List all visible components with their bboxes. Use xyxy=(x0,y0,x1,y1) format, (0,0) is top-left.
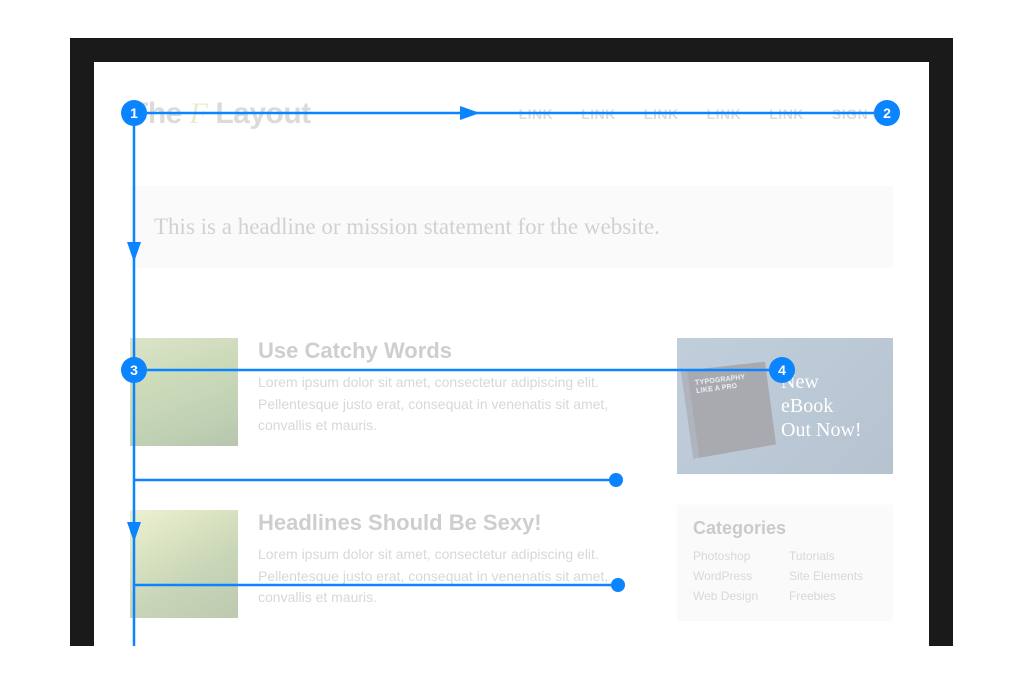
nav-cta[interactable]: SIGN UP xyxy=(832,106,893,122)
promo-line: eBook xyxy=(781,395,833,417)
promo-book-icon: TYPOGRAPHY LIKE A PRO xyxy=(681,362,776,459)
nav-link[interactable]: LINK xyxy=(707,106,742,122)
promo-line: Out Now! xyxy=(781,419,862,441)
main-columns: Use Catchy Words Lorem ipsum dolor sit a… xyxy=(130,338,893,646)
primary-nav: LINK LINK LINK LINK LINK SIGN UP xyxy=(519,106,893,122)
sidebar-column: TYPOGRAPHY LIKE A PRO New eBook Out Now!… xyxy=(677,338,893,646)
sidebar-promo[interactable]: TYPOGRAPHY LIKE A PRO New eBook Out Now! xyxy=(677,338,893,474)
post-item: Headlines Should Be Sexy! Lorem ipsum do… xyxy=(130,510,649,618)
category-link[interactable]: Web Design xyxy=(693,589,781,603)
post-body: Headlines Should Be Sexy! Lorem ipsum do… xyxy=(258,510,649,618)
promo-line: New xyxy=(781,371,819,393)
screenshot-frame: The F Layout LINK LINK LINK LINK LINK SI… xyxy=(70,38,953,646)
categories-list: Photoshop Tutorials WordPress Site Eleme… xyxy=(693,549,877,603)
logo-accent: F xyxy=(190,97,208,130)
post-item: Use Catchy Words Lorem ipsum dolor sit a… xyxy=(130,338,649,446)
category-link[interactable]: Freebies xyxy=(789,589,877,603)
nav-link[interactable]: LINK xyxy=(769,106,804,122)
post-body: Use Catchy Words Lorem ipsum dolor sit a… xyxy=(258,338,649,446)
post-thumbnail xyxy=(130,338,238,446)
nav-link[interactable]: LINK xyxy=(581,106,616,122)
logo-suffix: Layout xyxy=(208,97,311,130)
categories-title: Categories xyxy=(693,518,877,539)
hero-headline: This is a headline or mission statement … xyxy=(154,214,869,240)
nav-link[interactable]: LINK xyxy=(644,106,679,122)
site-header: The F Layout LINK LINK LINK LINK LINK SI… xyxy=(130,90,893,138)
category-link[interactable]: Site Elements xyxy=(789,569,877,583)
content-column: Use Catchy Words Lorem ipsum dolor sit a… xyxy=(130,338,649,646)
promo-text: New eBook Out Now! xyxy=(781,370,879,442)
promo-book-cover-text: TYPOGRAPHY LIKE A PRO xyxy=(695,372,763,396)
category-link[interactable]: Tutorials xyxy=(789,549,877,563)
nav-link[interactable]: LINK xyxy=(519,106,554,122)
post-excerpt: Lorem ipsum dolor sit amet, consectetur … xyxy=(258,372,649,437)
hero-banner: This is a headline or mission statement … xyxy=(130,186,893,268)
post-title: Headlines Should Be Sexy! xyxy=(258,510,649,536)
category-link[interactable]: Photoshop xyxy=(693,549,781,563)
post-thumbnail xyxy=(130,510,238,618)
post-title: Use Catchy Words xyxy=(258,338,649,364)
logo-prefix: The xyxy=(130,97,190,130)
category-link[interactable]: WordPress xyxy=(693,569,781,583)
page-canvas: The F Layout LINK LINK LINK LINK LINK SI… xyxy=(94,62,929,646)
post-excerpt: Lorem ipsum dolor sit amet, consectetur … xyxy=(258,544,649,609)
site-logo: The F Layout xyxy=(130,97,311,131)
categories-widget: Categories Photoshop Tutorials WordPress… xyxy=(677,504,893,621)
